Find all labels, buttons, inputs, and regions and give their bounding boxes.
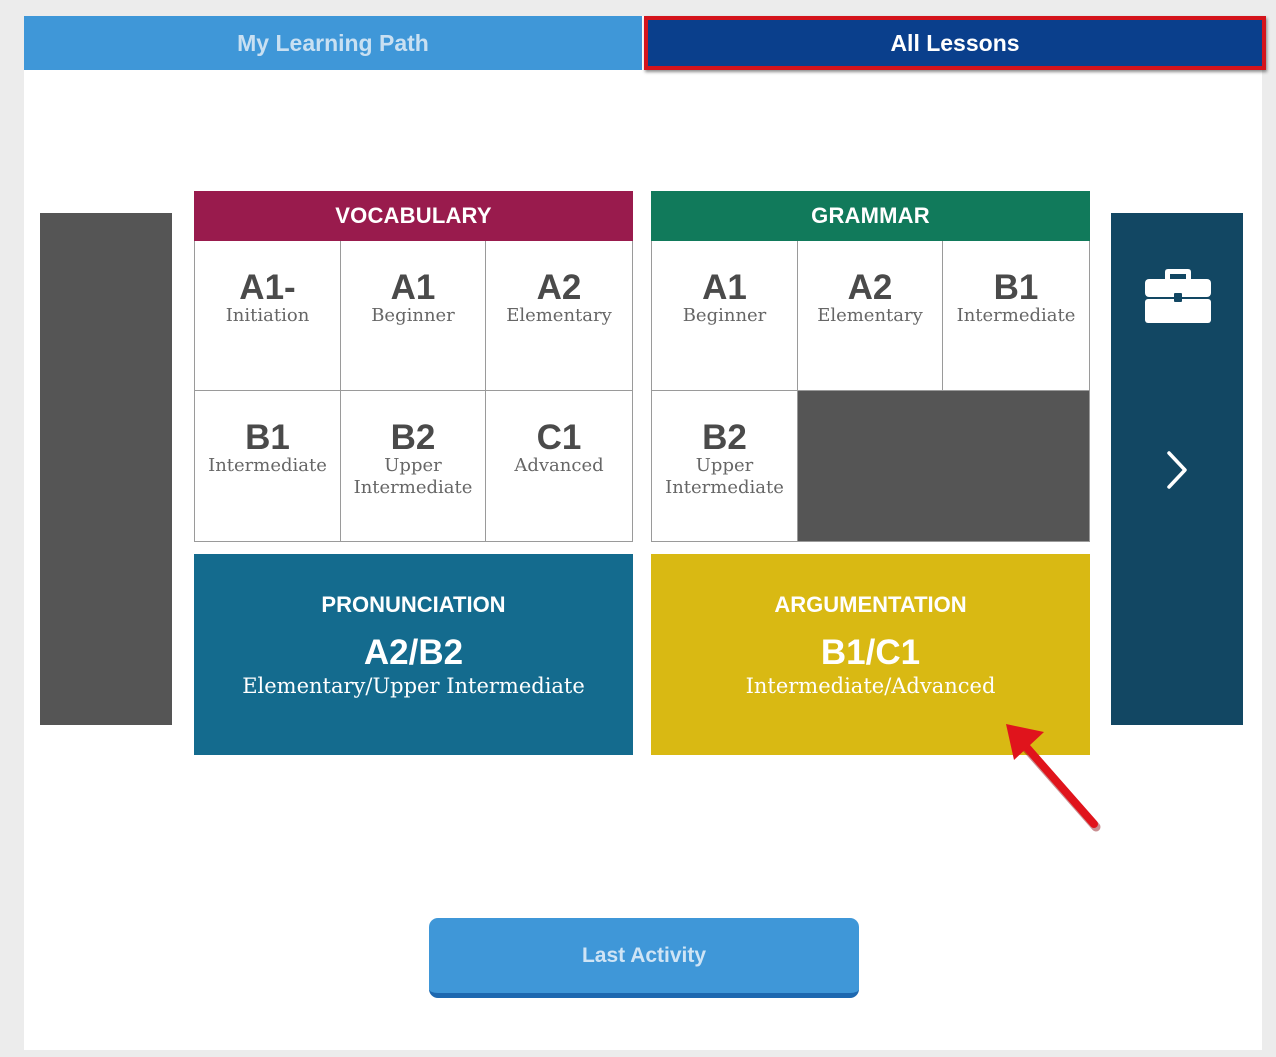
vocabulary-level-a1-minus[interactable]: A1- Initiation (195, 241, 341, 391)
argumentation-title: ARGUMENTATION (774, 592, 967, 617)
grammar-card: GRAMMAR A1 Beginner A2 Elementary B1 Int… (651, 191, 1090, 542)
grammar-level-a1[interactable]: A1 Beginner (652, 241, 798, 391)
level-desc: Beginner (371, 305, 455, 326)
level-desc: Initiation (225, 305, 310, 326)
vocabulary-level-a2[interactable]: A2 Elementary (486, 241, 632, 391)
vocabulary-title: VOCABULARY (194, 191, 633, 241)
level-desc: Upper Intermediate (665, 455, 784, 498)
grammar-title: GRAMMAR (651, 191, 1090, 241)
pronunciation-card[interactable]: PRONUNCIATION A2/B2 Elementary/Upper Int… (194, 554, 633, 755)
vocabulary-level-grid: A1- Initiation A1 Beginner A2 Elementary… (194, 241, 633, 542)
level-desc: Elementary (506, 305, 612, 326)
level-code: A2 (847, 268, 893, 307)
pronunciation-level: A2/B2 (363, 633, 464, 672)
annotation-arrow-icon (1006, 724, 1101, 832)
briefcase-icon (1145, 269, 1211, 323)
pronunciation-desc: Elementary/Upper Intermediate (242, 674, 585, 698)
chevron-right-icon[interactable] (1163, 449, 1191, 491)
argumentation-level: B1/C1 (820, 633, 921, 672)
level-code: A1- (239, 268, 296, 307)
vocabulary-card: VOCABULARY A1- Initiation A1 Beginner A2… (194, 191, 633, 542)
level-code: A1 (702, 268, 747, 307)
vocabulary-level-a1[interactable]: A1 Beginner (341, 241, 486, 391)
tab-all-lessons[interactable]: All Lessons (644, 16, 1266, 70)
level-code: C1 (536, 418, 582, 457)
grammar-level-b2[interactable]: B2 Upper Intermediate (652, 391, 798, 541)
tab-my-learning-path[interactable]: My Learning Path (24, 16, 642, 70)
last-activity-button[interactable]: Last Activity (429, 918, 859, 998)
level-code: B2 (390, 418, 436, 457)
grammar-empty-block (798, 391, 1089, 541)
level-desc: Intermediate (956, 305, 1076, 326)
grammar-level-a2[interactable]: A2 Elementary (798, 241, 943, 391)
level-code: B1 (245, 418, 290, 457)
grammar-level-grid: A1 Beginner A2 Elementary B1 Intermediat… (651, 241, 1090, 542)
level-code: A2 (536, 268, 582, 307)
carousel-prev-panel[interactable] (40, 213, 172, 725)
level-code: B2 (702, 418, 747, 457)
level-code: A1 (390, 268, 436, 307)
carousel-next-panel[interactable] (1111, 213, 1243, 725)
argumentation-desc: Intermediate/Advanced (745, 674, 996, 698)
vocabulary-level-b1[interactable]: B1 Intermediate (195, 391, 341, 541)
grammar-level-b1[interactable]: B1 Intermediate (943, 241, 1089, 391)
vocabulary-level-c1[interactable]: C1 Advanced (486, 391, 632, 541)
vocabulary-level-b2[interactable]: B2 Upper Intermediate (341, 391, 486, 541)
level-code: B1 (993, 268, 1039, 307)
level-desc: Advanced (514, 455, 604, 476)
level-desc: Intermediate (208, 455, 327, 476)
level-desc: Beginner (682, 305, 767, 326)
level-desc: Elementary (817, 305, 923, 326)
level-desc: Upper Intermediate (353, 455, 473, 498)
pronunciation-title: PRONUNCIATION (321, 592, 506, 617)
